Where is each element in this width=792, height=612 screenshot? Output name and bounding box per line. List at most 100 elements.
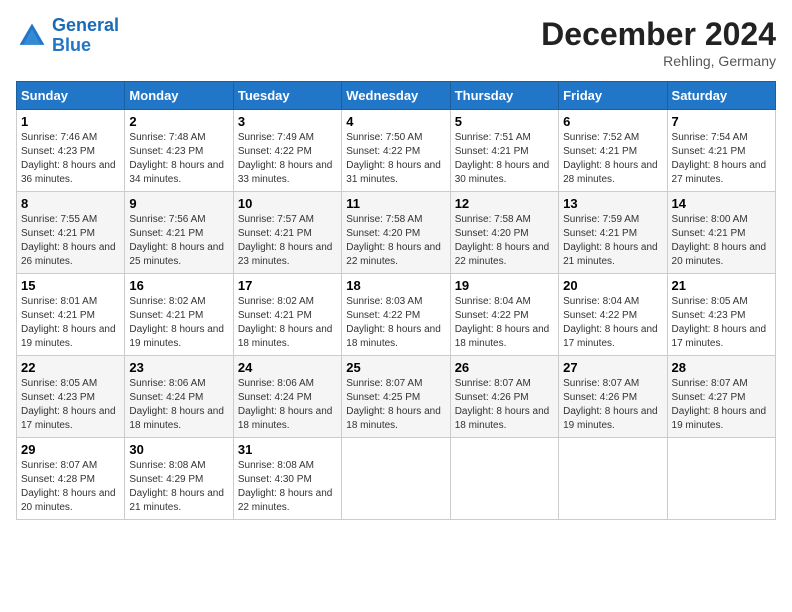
day-info: Sunrise: 8:02 AMSunset: 4:21 PMDaylight:… [238,295,337,351]
day-info: Sunrise: 8:07 AMSunset: 4:26 PMDaylight:… [455,377,554,433]
day-number: 25 [346,360,445,375]
day-cell: 22 Sunrise: 8:05 AMSunset: 4:23 PMDaylig… [17,356,125,438]
day-number: 5 [455,114,554,129]
day-number: 14 [672,196,771,211]
day-cell: 30 Sunrise: 8:08 AMSunset: 4:29 PMDaylig… [125,438,233,520]
day-cell: 19 Sunrise: 8:04 AMSunset: 4:22 PMDaylig… [450,274,558,356]
day-info: Sunrise: 8:07 AMSunset: 4:27 PMDaylight:… [672,377,771,433]
day-cell: 18 Sunrise: 8:03 AMSunset: 4:22 PMDaylig… [342,274,450,356]
day-cell: 21 Sunrise: 8:05 AMSunset: 4:23 PMDaylig… [667,274,775,356]
day-info: Sunrise: 8:06 AMSunset: 4:24 PMDaylight:… [238,377,337,433]
day-info: Sunrise: 7:54 AMSunset: 4:21 PMDaylight:… [672,131,771,187]
day-cell: 9 Sunrise: 7:56 AMSunset: 4:21 PMDayligh… [125,192,233,274]
day-number: 31 [238,442,337,457]
week-row-2: 8 Sunrise: 7:55 AMSunset: 4:21 PMDayligh… [17,192,776,274]
day-info: Sunrise: 7:52 AMSunset: 4:21 PMDaylight:… [563,131,662,187]
day-cell: 28 Sunrise: 8:07 AMSunset: 4:27 PMDaylig… [667,356,775,438]
day-number: 28 [672,360,771,375]
day-cell: 1 Sunrise: 7:46 AMSunset: 4:23 PMDayligh… [17,110,125,192]
day-number: 27 [563,360,662,375]
column-header-tuesday: Tuesday [233,82,341,110]
day-cell: 12 Sunrise: 7:58 AMSunset: 4:20 PMDaylig… [450,192,558,274]
day-info: Sunrise: 7:56 AMSunset: 4:21 PMDaylight:… [129,213,228,269]
day-cell: 2 Sunrise: 7:48 AMSunset: 4:23 PMDayligh… [125,110,233,192]
day-cell: 4 Sunrise: 7:50 AMSunset: 4:22 PMDayligh… [342,110,450,192]
day-cell [667,438,775,520]
day-cell: 10 Sunrise: 7:57 AMSunset: 4:21 PMDaylig… [233,192,341,274]
location: Rehling, Germany [541,53,776,69]
day-info: Sunrise: 8:06 AMSunset: 4:24 PMDaylight:… [129,377,228,433]
day-number: 8 [21,196,120,211]
day-number: 29 [21,442,120,457]
day-cell [559,438,667,520]
week-row-3: 15 Sunrise: 8:01 AMSunset: 4:21 PMDaylig… [17,274,776,356]
day-number: 19 [455,278,554,293]
day-cell: 20 Sunrise: 8:04 AMSunset: 4:22 PMDaylig… [559,274,667,356]
day-info: Sunrise: 7:46 AMSunset: 4:23 PMDaylight:… [21,131,120,187]
week-row-5: 29 Sunrise: 8:07 AMSunset: 4:28 PMDaylig… [17,438,776,520]
day-number: 4 [346,114,445,129]
day-number: 7 [672,114,771,129]
day-cell: 26 Sunrise: 8:07 AMSunset: 4:26 PMDaylig… [450,356,558,438]
day-cell: 14 Sunrise: 8:00 AMSunset: 4:21 PMDaylig… [667,192,775,274]
day-number: 21 [672,278,771,293]
day-cell: 13 Sunrise: 7:59 AMSunset: 4:21 PMDaylig… [559,192,667,274]
day-number: 9 [129,196,228,211]
day-cell: 17 Sunrise: 8:02 AMSunset: 4:21 PMDaylig… [233,274,341,356]
month-title: December 2024 [541,16,776,53]
day-info: Sunrise: 8:07 AMSunset: 4:25 PMDaylight:… [346,377,445,433]
logo-icon [16,20,48,52]
day-info: Sunrise: 8:01 AMSunset: 4:21 PMDaylight:… [21,295,120,351]
day-cell: 7 Sunrise: 7:54 AMSunset: 4:21 PMDayligh… [667,110,775,192]
day-info: Sunrise: 7:49 AMSunset: 4:22 PMDaylight:… [238,131,337,187]
day-info: Sunrise: 8:07 AMSunset: 4:28 PMDaylight:… [21,459,120,515]
day-number: 11 [346,196,445,211]
column-header-wednesday: Wednesday [342,82,450,110]
day-cell: 6 Sunrise: 7:52 AMSunset: 4:21 PMDayligh… [559,110,667,192]
day-info: Sunrise: 8:04 AMSunset: 4:22 PMDaylight:… [455,295,554,351]
day-number: 20 [563,278,662,293]
day-number: 24 [238,360,337,375]
day-cell: 5 Sunrise: 7:51 AMSunset: 4:21 PMDayligh… [450,110,558,192]
day-info: Sunrise: 7:48 AMSunset: 4:23 PMDaylight:… [129,131,228,187]
day-number: 17 [238,278,337,293]
day-info: Sunrise: 8:08 AMSunset: 4:30 PMDaylight:… [238,459,337,515]
column-header-saturday: Saturday [667,82,775,110]
day-info: Sunrise: 7:57 AMSunset: 4:21 PMDaylight:… [238,213,337,269]
day-info: Sunrise: 8:05 AMSunset: 4:23 PMDaylight:… [21,377,120,433]
day-cell: 11 Sunrise: 7:58 AMSunset: 4:20 PMDaylig… [342,192,450,274]
day-info: Sunrise: 7:58 AMSunset: 4:20 PMDaylight:… [346,213,445,269]
day-cell: 29 Sunrise: 8:07 AMSunset: 4:28 PMDaylig… [17,438,125,520]
day-info: Sunrise: 8:00 AMSunset: 4:21 PMDaylight:… [672,213,771,269]
day-cell: 24 Sunrise: 8:06 AMSunset: 4:24 PMDaylig… [233,356,341,438]
column-header-monday: Monday [125,82,233,110]
day-cell [342,438,450,520]
logo-text: General Blue [52,16,119,56]
day-number: 16 [129,278,228,293]
day-cell: 3 Sunrise: 7:49 AMSunset: 4:22 PMDayligh… [233,110,341,192]
day-info: Sunrise: 8:07 AMSunset: 4:26 PMDaylight:… [563,377,662,433]
day-number: 12 [455,196,554,211]
week-row-1: 1 Sunrise: 7:46 AMSunset: 4:23 PMDayligh… [17,110,776,192]
logo-line1: General [52,15,119,35]
day-cell: 25 Sunrise: 8:07 AMSunset: 4:25 PMDaylig… [342,356,450,438]
day-number: 10 [238,196,337,211]
day-info: Sunrise: 7:55 AMSunset: 4:21 PMDaylight:… [21,213,120,269]
day-number: 26 [455,360,554,375]
day-info: Sunrise: 8:02 AMSunset: 4:21 PMDaylight:… [129,295,228,351]
day-number: 22 [21,360,120,375]
day-info: Sunrise: 7:59 AMSunset: 4:21 PMDaylight:… [563,213,662,269]
day-number: 13 [563,196,662,211]
day-number: 1 [21,114,120,129]
column-header-thursday: Thursday [450,82,558,110]
day-info: Sunrise: 7:50 AMSunset: 4:22 PMDaylight:… [346,131,445,187]
day-cell: 16 Sunrise: 8:02 AMSunset: 4:21 PMDaylig… [125,274,233,356]
day-number: 3 [238,114,337,129]
day-cell: 27 Sunrise: 8:07 AMSunset: 4:26 PMDaylig… [559,356,667,438]
day-info: Sunrise: 8:08 AMSunset: 4:29 PMDaylight:… [129,459,228,515]
logo-line2: Blue [52,35,91,55]
day-number: 2 [129,114,228,129]
title-block: December 2024 Rehling, Germany [541,16,776,69]
day-cell: 8 Sunrise: 7:55 AMSunset: 4:21 PMDayligh… [17,192,125,274]
page-header: General Blue December 2024 Rehling, Germ… [16,16,776,69]
